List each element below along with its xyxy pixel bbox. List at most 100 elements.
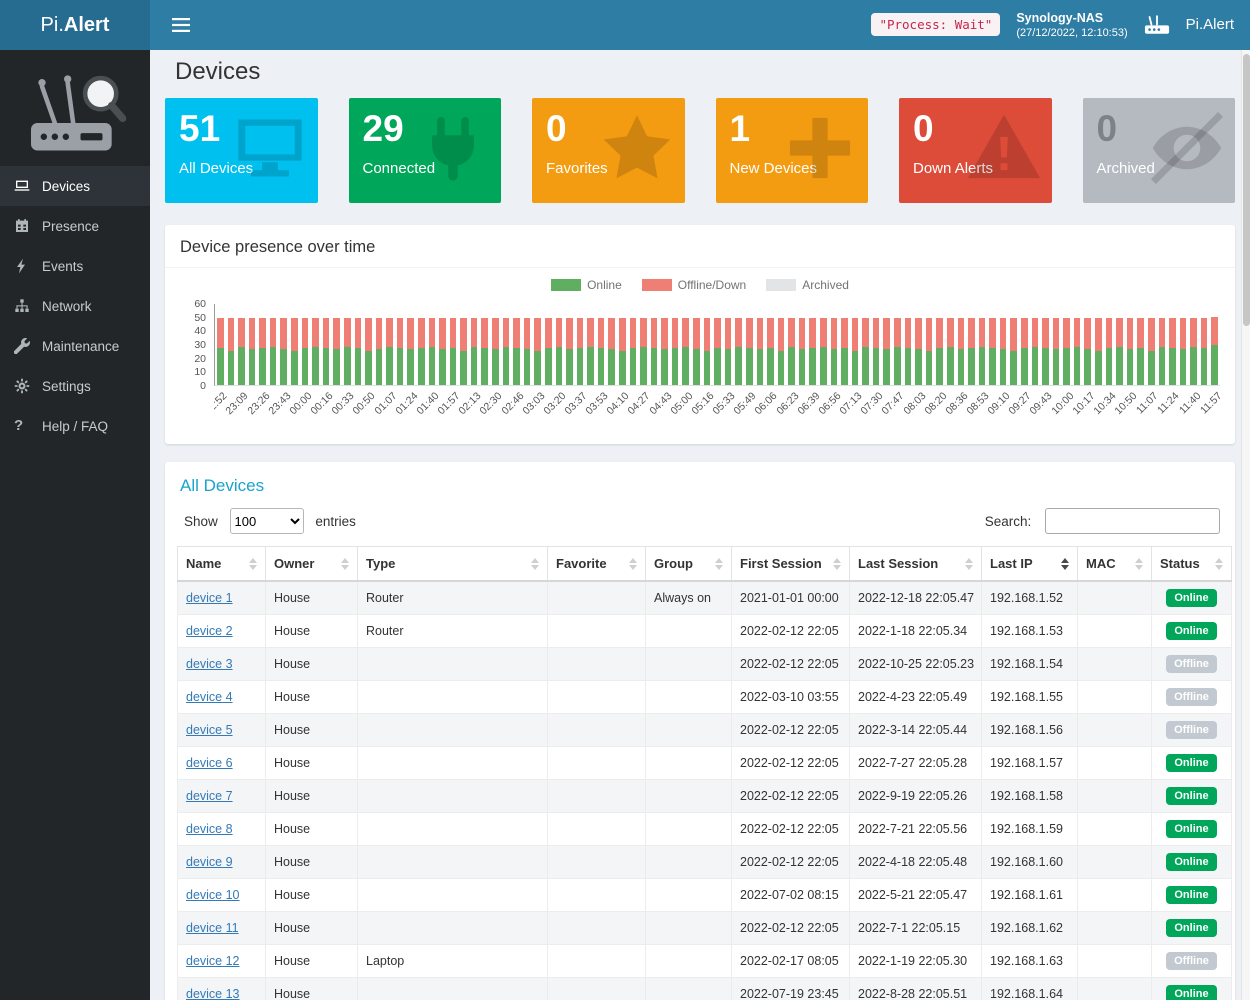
stat-card-down-alerts[interactable]: 0Down Alerts	[899, 98, 1052, 203]
sidebar-item-label: Maintenance	[42, 339, 119, 354]
column-header-owner[interactable]: Owner	[266, 547, 358, 582]
cell-group	[646, 813, 732, 846]
brand-logo[interactable]: Pi.Alert	[0, 0, 150, 50]
device-link[interactable]: device 13	[186, 987, 240, 1000]
cell-status: Offline	[1152, 648, 1232, 681]
y-tick-label: 40	[194, 325, 206, 337]
cell-owner: House	[266, 681, 358, 714]
cell-last-ip: 192.168.1.57	[982, 747, 1078, 780]
device-link[interactable]: device 11	[186, 921, 239, 935]
device-link[interactable]: device 10	[186, 888, 240, 902]
stat-card-archived[interactable]: 0Archived	[1083, 98, 1236, 203]
stat-card-connected[interactable]: 29Connected	[349, 98, 502, 203]
sidebar-item-network[interactable]: Network	[0, 286, 150, 326]
gear-icon	[14, 378, 32, 394]
table-row: device 8House2022-02-12 22:052022-7-21 2…	[178, 813, 1232, 846]
cell-owner: House	[266, 912, 358, 945]
chart-bar	[1084, 318, 1091, 385]
top-navbar: Pi.Alert "Process: Wait" Synology-NAS (2…	[0, 0, 1250, 50]
chart-bar	[238, 318, 245, 385]
chart-bar	[809, 318, 816, 385]
brand-light: Pi.	[41, 14, 64, 37]
chart-legend: OnlineOffline/DownArchived	[180, 278, 1220, 296]
cell-mac	[1078, 978, 1152, 1000]
column-header-status[interactable]: Status	[1152, 547, 1232, 582]
hamburger-menu-icon[interactable]	[172, 18, 190, 32]
warning-icon	[966, 110, 1042, 186]
chart-bar	[439, 318, 446, 385]
cell-group	[646, 912, 732, 945]
scrollbar-thumb[interactable]	[1243, 54, 1250, 326]
cell-favorite	[548, 681, 646, 714]
sidebar-item-settings[interactable]: Settings	[0, 366, 150, 406]
chart-bar	[418, 318, 425, 385]
search-input[interactable]	[1045, 508, 1220, 534]
device-link[interactable]: device 6	[186, 756, 233, 770]
sidebar-item-devices[interactable]: Devices	[0, 166, 150, 206]
device-link[interactable]: device 9	[186, 855, 233, 869]
cell-group	[646, 615, 732, 648]
device-link[interactable]: device 3	[186, 657, 233, 671]
table-row: device 6House2022-02-12 22:052022-7-27 2…	[178, 747, 1232, 780]
column-header-first-session[interactable]: First Session	[732, 547, 850, 582]
cell-owner: House	[266, 978, 358, 1000]
cell-name: device 1	[178, 581, 266, 615]
stat-card-all-devices[interactable]: 51All Devices	[165, 98, 318, 203]
host-info: Synology-NAS (27/12/2022, 12:10:53)	[1016, 10, 1127, 41]
column-header-name[interactable]: Name	[178, 547, 266, 582]
chart-bar	[577, 318, 584, 385]
cell-owner: House	[266, 780, 358, 813]
chart-bar	[651, 318, 658, 385]
column-header-group[interactable]: Group	[646, 547, 732, 582]
stat-card-new-devices[interactable]: 1New Devices	[716, 98, 869, 203]
cell-group	[646, 714, 732, 747]
sidebar-item-presence[interactable]: Presence	[0, 206, 150, 246]
chart-bar	[661, 318, 668, 385]
sidebar-item-events[interactable]: Events	[0, 246, 150, 286]
status-badge: Online	[1166, 589, 1216, 607]
cell-name: device 13	[178, 978, 266, 1000]
table-row: device 12HouseLaptop2022-02-17 08:052022…	[178, 945, 1232, 978]
device-link[interactable]: device 12	[186, 954, 240, 968]
chart-bar	[333, 318, 340, 385]
column-header-mac[interactable]: MAC	[1078, 547, 1152, 582]
cell-first-session: 2022-02-17 08:05	[732, 945, 850, 978]
chart-bar	[873, 318, 880, 385]
device-link[interactable]: device 4	[186, 690, 233, 704]
device-link[interactable]: device 1	[186, 591, 233, 605]
device-link[interactable]: device 5	[186, 723, 233, 737]
chart-bar	[1137, 318, 1144, 385]
column-header-type[interactable]: Type	[358, 547, 548, 582]
show-label: Show	[184, 514, 218, 529]
sidebar-item-maintenance[interactable]: Maintenance	[0, 326, 150, 366]
column-header-favorite[interactable]: Favorite	[548, 547, 646, 582]
device-link[interactable]: device 2	[186, 624, 233, 638]
chart-bar	[429, 318, 436, 385]
table-row: device 5House2022-02-12 22:052022-3-14 2…	[178, 714, 1232, 747]
device-link[interactable]: device 7	[186, 789, 233, 803]
column-header-last-session[interactable]: Last Session	[850, 547, 982, 582]
legend-item: Archived	[766, 278, 849, 292]
chart-bar	[556, 318, 563, 385]
chart-bar	[1063, 318, 1070, 385]
chart-bar	[1000, 318, 1007, 385]
chart-bar	[788, 318, 795, 385]
column-header-last-ip[interactable]: Last IP	[982, 547, 1078, 582]
devices-panel: All Devices Show 100 entries Search: Nam…	[165, 462, 1235, 1000]
cell-group	[646, 681, 732, 714]
scrollbar[interactable]	[1241, 50, 1250, 1000]
device-link[interactable]: device 8	[186, 822, 233, 836]
sidebar-menu: DevicesPresenceEventsNetwork Maintenance S…	[0, 166, 150, 446]
cell-status: Offline	[1152, 714, 1232, 747]
cell-last-ip: 192.168.1.55	[982, 681, 1078, 714]
cell-favorite	[548, 945, 646, 978]
stat-card-favorites[interactable]: 0Favorites	[532, 98, 685, 203]
cell-type: Router	[358, 581, 548, 615]
chart-bar	[407, 318, 414, 385]
sidebar-item-help-faq[interactable]: ?Help / FAQ	[0, 406, 150, 446]
cell-favorite	[548, 879, 646, 912]
status-badge: Online	[1166, 820, 1216, 838]
chart-y-axis: 0102030405060	[180, 304, 214, 386]
eye-slash-icon	[1149, 110, 1225, 186]
entries-select[interactable]: 100	[230, 508, 304, 534]
